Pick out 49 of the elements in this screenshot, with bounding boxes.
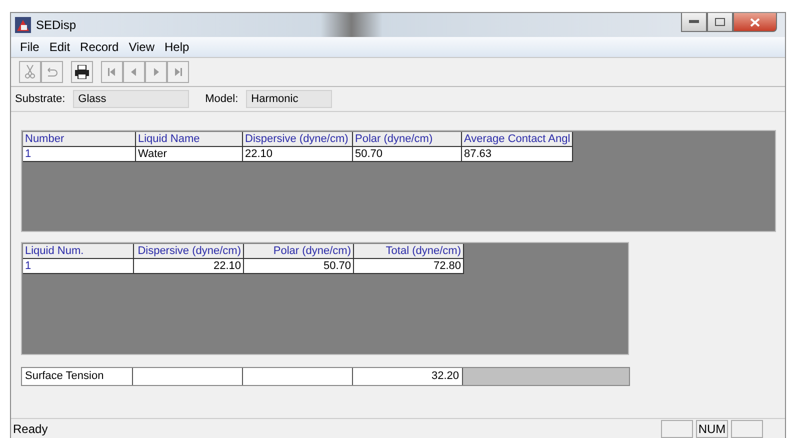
close-button[interactable] xyxy=(733,13,777,32)
column-header[interactable]: Liquid Num. xyxy=(23,244,134,259)
toolbar-button[interactable] xyxy=(71,61,93,83)
field-value: Glass xyxy=(73,90,190,108)
minimize-button[interactable] xyxy=(681,13,707,32)
menu-item[interactable]: Help xyxy=(160,40,194,54)
status-text: Ready xyxy=(13,422,49,436)
previous-icon xyxy=(130,67,138,77)
undo-icon xyxy=(45,66,59,78)
column-header[interactable]: Polar (dyne/cm) xyxy=(353,132,462,147)
field-value: Harmonic xyxy=(246,90,332,108)
field-label: Model: xyxy=(205,93,238,105)
table-cell: Water xyxy=(136,147,243,162)
column-header[interactable]: Dispersive (dyne/cm) xyxy=(134,244,244,259)
maximize-icon xyxy=(715,18,725,26)
field-label: Substrate: xyxy=(15,93,66,105)
last-icon xyxy=(173,67,183,77)
menu-item[interactable]: View xyxy=(124,40,160,54)
table-cell: 87.63 xyxy=(462,147,573,162)
column-header[interactable]: Dispersive (dyne/cm) xyxy=(243,132,353,147)
column-header[interactable]: Total (dyne/cm) xyxy=(354,244,464,259)
close-icon xyxy=(750,18,760,26)
table-cell: 50.70 xyxy=(244,259,354,274)
table-cell: 1 xyxy=(23,259,134,274)
maximize-button[interactable] xyxy=(707,13,733,32)
menu-item[interactable]: Edit xyxy=(44,40,76,54)
window-title: SEDisp xyxy=(36,18,78,32)
menu-item[interactable]: Record xyxy=(75,40,124,54)
first-icon xyxy=(107,67,117,77)
app-icon xyxy=(15,17,31,33)
column-header[interactable]: Average Contact Angl xyxy=(462,132,573,147)
table-cell: 22.10 xyxy=(243,147,353,162)
column-header[interactable]: Number xyxy=(23,132,136,147)
table-cell: 32.20 xyxy=(353,368,463,385)
row-label: Surface Tension xyxy=(22,368,133,385)
table-cell: 1 xyxy=(23,147,136,162)
column-header[interactable]: Polar (dyne/cm) xyxy=(244,244,354,259)
status-pane xyxy=(731,420,763,438)
column-header[interactable]: Liquid Name xyxy=(136,132,243,147)
status-pane xyxy=(661,420,693,438)
table-cell: 72.80 xyxy=(354,259,464,274)
scissors-icon xyxy=(25,65,35,79)
minimize-icon xyxy=(689,20,699,24)
printer-icon xyxy=(74,65,90,79)
next-icon xyxy=(152,67,160,77)
menu-item[interactable]: File xyxy=(15,40,44,54)
status-indicator: NUM xyxy=(696,420,728,438)
table-cell: 50.70 xyxy=(353,147,462,162)
table-cell: 22.10 xyxy=(134,259,244,274)
